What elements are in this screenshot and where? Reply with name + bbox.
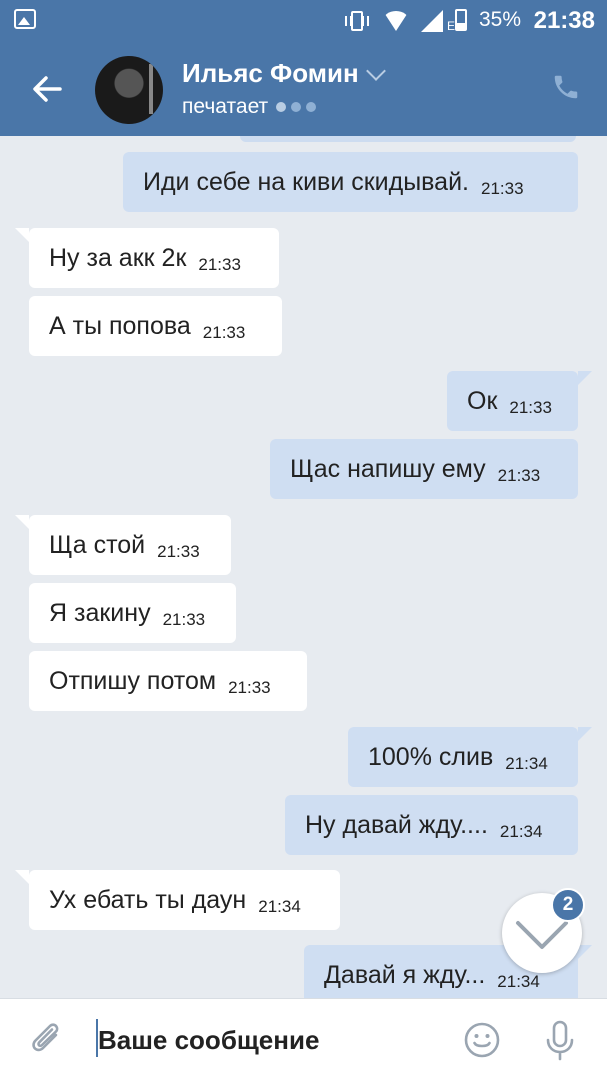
message-text: 100% слив [368,742,494,771]
phone-icon[interactable] [551,72,581,102]
message-bubble[interactable]: Ух ебать ты даун 21:34 [15,870,340,930]
message-text: Отпишу потом [49,666,217,695]
message-text: Ну давай жду.... [305,810,488,839]
chat-header: Ильяс Фомин печатает [0,42,607,136]
microphone-icon[interactable] [543,1019,577,1061]
message-composer [0,998,607,1081]
message-text: Ща стой [49,530,146,559]
wifi-icon [382,11,409,31]
emoji-icon[interactable] [463,1021,501,1059]
signal-icon [420,10,443,32]
message-bubble[interactable]: Отпишу потом 21:33 [29,651,307,711]
contact-name: Ильяс Фомин [182,58,359,88]
message-time: 21:33 [202,323,246,342]
contact-title[interactable]: Ильяс Фомин [182,58,386,89]
network-type: E [446,19,455,33]
message-text: Иди себе на киви скидывай. [143,167,470,196]
message-time: 21:33 [157,542,200,561]
paperclip-icon[interactable] [28,1021,66,1059]
typing-indicator: печатает [182,95,317,119]
message-bubble[interactable]: Ну за акк 2к 21:33 [15,228,279,288]
message-time: 21:33 [162,610,206,629]
battery-percent: 35% [478,8,521,31]
message-bubble[interactable]: 100% слив 21:34 [348,727,592,787]
message-time: 21:34 [505,754,548,773]
battery-icon [455,9,467,31]
message-time: 21:33 [509,398,552,417]
message-bubble[interactable]: Ну давай жду.... 21:34 [285,795,578,855]
message-time: 21:33 [481,179,524,198]
clock: 21:38 [533,7,595,34]
partial-message [240,136,576,142]
message-time: 21:34 [258,897,301,916]
message-bubble[interactable]: Я закину 21:33 [29,583,236,643]
message-text: Я закину [49,598,151,627]
message-text: А ты попова [49,311,191,340]
chevron-down-icon [516,921,568,949]
typing-status: печатает [182,95,269,118]
message-text: Щас напишу ему [290,454,486,483]
avatar[interactable] [95,56,163,124]
message-time: 21:33 [497,466,541,485]
message-bubble[interactable]: Щас напишу ему 21:33 [270,439,578,499]
typing-dots-icon [276,102,317,112]
message-text: Давай я жду... [324,960,486,989]
vibrate-icon [344,11,369,31]
message-time: 21:34 [497,972,540,991]
chevron-down-icon [365,60,386,81]
message-bubble[interactable]: А ты попова 21:33 [29,296,282,356]
message-list[interactable]: Иди себе на киви скидывай. 21:33 Ну за а… [0,136,607,998]
back-arrow-icon[interactable] [30,72,64,106]
message-input[interactable] [98,1023,438,1057]
image-icon [14,9,36,29]
message-time: 21:34 [499,822,543,841]
unread-count-badge: 2 [551,888,585,922]
message-bubble[interactable]: Ща стой 21:33 [15,515,231,575]
message-bubble[interactable]: Иди себе на киви скидывай. 21:33 [123,152,578,212]
message-time: 21:33 [198,255,241,274]
message-text: Ну за акк 2к [49,243,187,272]
message-text: Ок [467,386,498,415]
message-time: 21:33 [228,678,271,697]
status-bar: E 35% 21:38 [0,0,607,42]
message-text: Ух ебать ты даун [49,885,247,914]
message-bubble[interactable]: Ок 21:33 [447,371,592,431]
